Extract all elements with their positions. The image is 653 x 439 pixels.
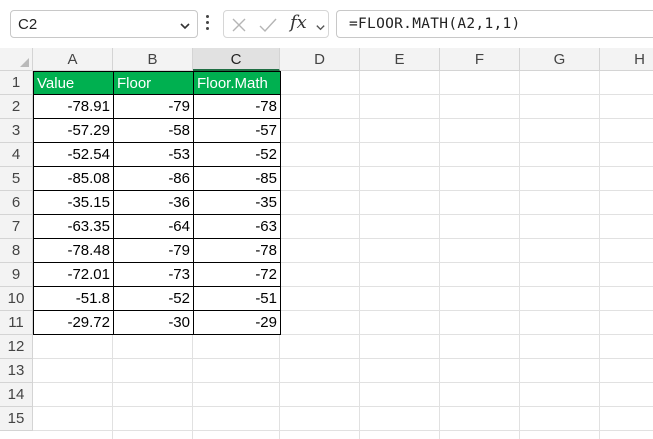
- table-cell[interactable]: -86: [114, 167, 194, 191]
- table-header-floor-math[interactable]: Floor.Math: [193, 71, 281, 95]
- row-header-2[interactable]: 2: [0, 95, 33, 119]
- table-cell[interactable]: -51.8: [33, 287, 114, 311]
- formula-text: =FLOOR.MATH(A2,1,1): [349, 16, 521, 32]
- kebab-icon[interactable]: [204, 15, 210, 33]
- row-header-14[interactable]: 14: [0, 383, 33, 407]
- row-header-9[interactable]: 9: [0, 263, 33, 287]
- table-cell[interactable]: -57.29: [33, 119, 114, 143]
- column-header-d[interactable]: D: [280, 48, 360, 71]
- table-cell[interactable]: -52.54: [33, 143, 114, 167]
- table-cell[interactable]: -52: [114, 287, 194, 311]
- formula-input[interactable]: =FLOOR.MATH(A2,1,1): [336, 10, 653, 38]
- table-cell[interactable]: -85.08: [33, 167, 114, 191]
- row-header-11[interactable]: 11: [0, 311, 33, 335]
- table-cell[interactable]: -52: [194, 143, 281, 167]
- checkmark-icon[interactable]: [258, 16, 278, 39]
- table-cell[interactable]: -78.48: [33, 239, 114, 263]
- table-cell[interactable]: -35: [194, 191, 281, 215]
- table-cell[interactable]: -30: [114, 311, 194, 335]
- formula-buttons: fx: [223, 10, 329, 38]
- column-header-e[interactable]: E: [360, 48, 440, 71]
- row-header-6[interactable]: 6: [0, 191, 33, 215]
- row-header-3[interactable]: 3: [0, 119, 33, 143]
- close-icon[interactable]: [230, 16, 248, 39]
- column-header-a[interactable]: A: [33, 48, 113, 71]
- insert-function-button[interactable]: fx: [290, 12, 307, 33]
- row-header-7[interactable]: 7: [0, 215, 33, 239]
- column-header-f[interactable]: F: [440, 48, 520, 71]
- table-cell[interactable]: -63: [194, 215, 281, 239]
- column-header-g[interactable]: G: [520, 48, 600, 71]
- column-header-h[interactable]: H: [600, 48, 653, 71]
- row-header-5[interactable]: 5: [0, 167, 33, 191]
- table-cell[interactable]: -73: [114, 263, 194, 287]
- table-header-value[interactable]: Value: [33, 71, 114, 95]
- row-header-1[interactable]: 1: [0, 71, 33, 95]
- row-header-10[interactable]: 10: [0, 287, 33, 311]
- chevron-down-icon[interactable]: [179, 19, 191, 37]
- table-cell[interactable]: -51: [194, 287, 281, 311]
- select-all-triangle-icon: [20, 58, 29, 67]
- column-header-c[interactable]: C: [193, 48, 280, 71]
- table-cell[interactable]: -29.72: [33, 311, 114, 335]
- table-cell[interactable]: -72: [194, 263, 281, 287]
- table-cell[interactable]: -85: [194, 167, 281, 191]
- table-cell[interactable]: -29: [194, 311, 281, 335]
- chevron-down-icon[interactable]: [315, 20, 326, 38]
- row-header-8[interactable]: 8: [0, 239, 33, 263]
- table-cell[interactable]: -79: [114, 239, 194, 263]
- table-cell[interactable]: -78: [194, 239, 281, 263]
- formula-bar-area: C2 fx =FLOOR.MATH(A2,1,1): [0, 0, 653, 48]
- name-box-value: C2: [18, 16, 38, 33]
- row-header-4[interactable]: 4: [0, 143, 33, 167]
- table-cell[interactable]: -35.15: [33, 191, 114, 215]
- table-cell[interactable]: -78.91: [33, 95, 114, 119]
- row-header-13[interactable]: 13: [0, 359, 33, 383]
- table-cell[interactable]: -72.01: [33, 263, 114, 287]
- table-cell[interactable]: -58: [114, 119, 194, 143]
- row-header-15[interactable]: 15: [0, 407, 33, 431]
- table-cell[interactable]: -57: [194, 119, 281, 143]
- row-header-12[interactable]: 12: [0, 335, 33, 359]
- table-cell[interactable]: -63.35: [33, 215, 114, 239]
- table-cell[interactable]: -53: [114, 143, 194, 167]
- select-all-button[interactable]: [0, 48, 33, 71]
- column-header-b[interactable]: B: [113, 48, 193, 71]
- table-header-floor[interactable]: Floor: [113, 71, 194, 95]
- table-cell-selected[interactable]: -78: [194, 95, 281, 119]
- table-cell[interactable]: -64: [114, 215, 194, 239]
- name-box[interactable]: C2: [10, 10, 198, 38]
- table-cell[interactable]: -36: [114, 191, 194, 215]
- table-cell[interactable]: -79: [114, 95, 194, 119]
